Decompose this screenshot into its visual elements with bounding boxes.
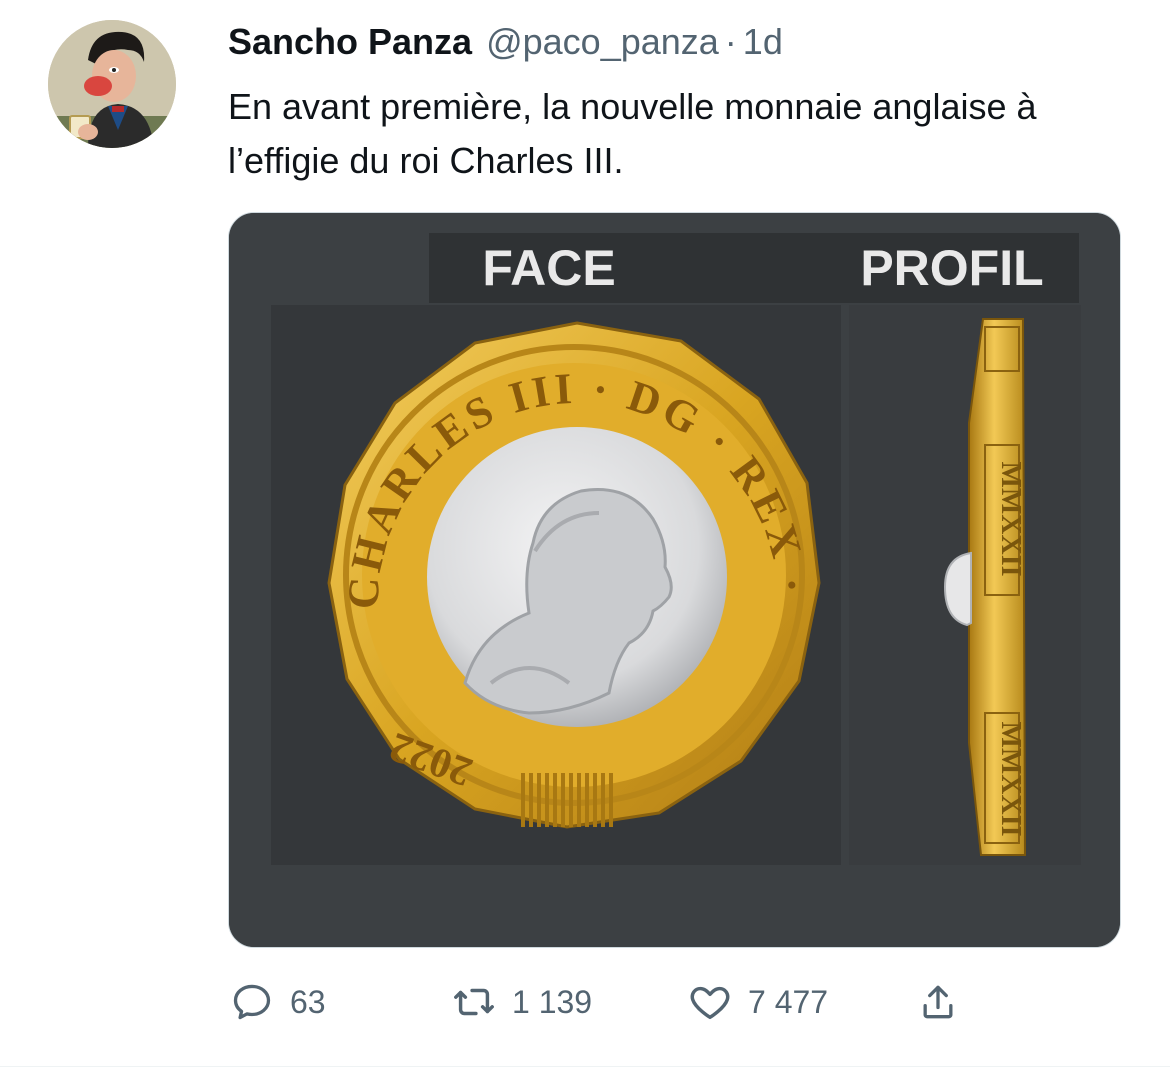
author-name[interactable]: Sancho Panza — [228, 21, 472, 63]
caricature-avatar-image — [48, 20, 176, 148]
label-profile: PROFIL — [860, 240, 1043, 296]
edge-text-bottom: MMXXII — [995, 721, 1026, 836]
retweet-count: 1 139 — [512, 983, 593, 1020]
author-handle[interactable]: @paco_panza — [486, 21, 719, 63]
retweet-button[interactable]: 1 139 — [450, 972, 592, 1032]
heart-icon — [686, 978, 734, 1026]
tweet-divider — [0, 1066, 1170, 1067]
tweet-text: En avant première, la nouvelle monnaie a… — [228, 86, 1037, 181]
author-avatar[interactable] — [48, 20, 176, 148]
like-button[interactable]: 7 477 — [686, 972, 828, 1032]
reply-count: 63 — [290, 983, 326, 1020]
reply-icon — [228, 978, 276, 1026]
like-count: 7 477 — [748, 983, 829, 1020]
tweet-media-image[interactable]: FACE PROFIL CHARLES III · DG · REX · F ·… — [228, 212, 1121, 948]
tweet-header: Sancho Panza @paco_panza · 1d — [228, 20, 783, 64]
header-separator: · — [724, 21, 737, 62]
tweet-timestamp[interactable]: 1d — [743, 21, 783, 63]
coin-illustration: FACE PROFIL CHARLES III · DG · REX · F ·… — [229, 213, 1120, 947]
label-face: FACE — [482, 240, 615, 296]
share-button[interactable] — [914, 972, 962, 1032]
edge-text-top: MMXXII — [995, 461, 1026, 576]
reply-button[interactable]: 63 — [228, 972, 326, 1032]
share-icon — [914, 978, 962, 1026]
retweet-icon — [450, 978, 498, 1026]
tweet-actions: 63 1 139 7 477 — [228, 972, 988, 1032]
